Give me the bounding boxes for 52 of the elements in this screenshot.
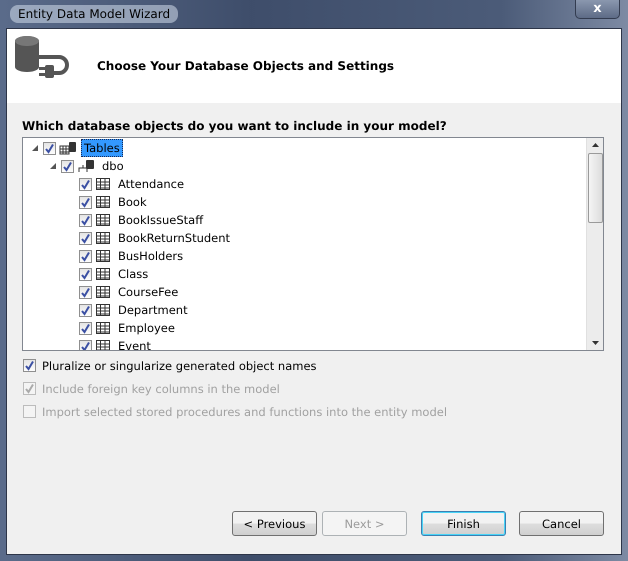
tree-item[interactable]: Employee xyxy=(115,319,178,337)
table-icon xyxy=(95,177,111,191)
table-icon xyxy=(95,249,111,263)
tree-item[interactable]: Class xyxy=(115,265,152,283)
close-button[interactable]: x xyxy=(575,0,620,19)
tree-item[interactable]: Department xyxy=(115,301,191,319)
expander-icon[interactable] xyxy=(49,162,57,170)
checkbox[interactable] xyxy=(79,268,92,280)
wizard-button[interactable]: Finish xyxy=(421,511,506,536)
tree-item[interactable]: BookIssueStaff xyxy=(115,211,206,229)
scroll-thumb[interactable] xyxy=(588,153,602,223)
wizard-button[interactable]: Cancel xyxy=(519,511,604,536)
schema-icon xyxy=(77,159,95,173)
table-icon xyxy=(95,303,111,317)
tables-icon xyxy=(59,141,77,155)
table-icon xyxy=(95,213,111,227)
scrollbar[interactable] xyxy=(586,138,603,350)
option-label: Import selected stored procedures and functions into the entity model xyxy=(42,404,448,418)
wizard-button[interactable]: < Previous xyxy=(232,511,317,536)
tree-item[interactable]: dbo xyxy=(99,157,127,175)
checkbox[interactable] xyxy=(79,250,92,262)
prompt-label: Which database objects do you want to include in your model? xyxy=(22,119,448,133)
tree-item[interactable]: Attendance xyxy=(115,175,188,193)
table-icon xyxy=(95,195,111,209)
checkbox[interactable] xyxy=(43,142,56,154)
checkbox[interactable] xyxy=(79,178,92,190)
checkbox[interactable] xyxy=(79,286,92,298)
checkbox[interactable] xyxy=(79,304,92,316)
checkbox[interactable] xyxy=(79,340,92,350)
option-label: Include foreign key columns in the model xyxy=(42,382,280,396)
checkbox[interactable] xyxy=(79,214,92,226)
table-icon xyxy=(95,285,111,299)
table-icon xyxy=(95,321,111,335)
expander-icon[interactable] xyxy=(31,144,39,152)
table-icon xyxy=(95,267,111,281)
table-icon xyxy=(95,231,111,245)
tree-item[interactable]: Tables xyxy=(81,139,123,157)
checkbox[interactable] xyxy=(61,160,74,172)
tree-item[interactable]: BusHolders xyxy=(115,247,186,265)
scroll-up-icon[interactable] xyxy=(592,143,598,147)
tree-item[interactable]: CourseFee xyxy=(115,283,182,301)
tree-item[interactable]: Book xyxy=(115,193,150,211)
tree-item[interactable]: BookReturnStudent xyxy=(115,229,234,247)
checkbox[interactable] xyxy=(79,196,92,208)
option-label: Pluralize or singularize generated object names xyxy=(42,358,317,372)
tree-item[interactable]: Event xyxy=(115,337,154,350)
checkbox[interactable] xyxy=(79,232,92,244)
checkbox[interactable] xyxy=(23,359,36,372)
page-heading: Choose Your Database Objects and Settings xyxy=(97,59,394,73)
checkbox[interactable] xyxy=(79,322,92,334)
window-title: Entity Data Model Wizard xyxy=(10,4,178,22)
scroll-down-icon[interactable] xyxy=(592,341,598,345)
